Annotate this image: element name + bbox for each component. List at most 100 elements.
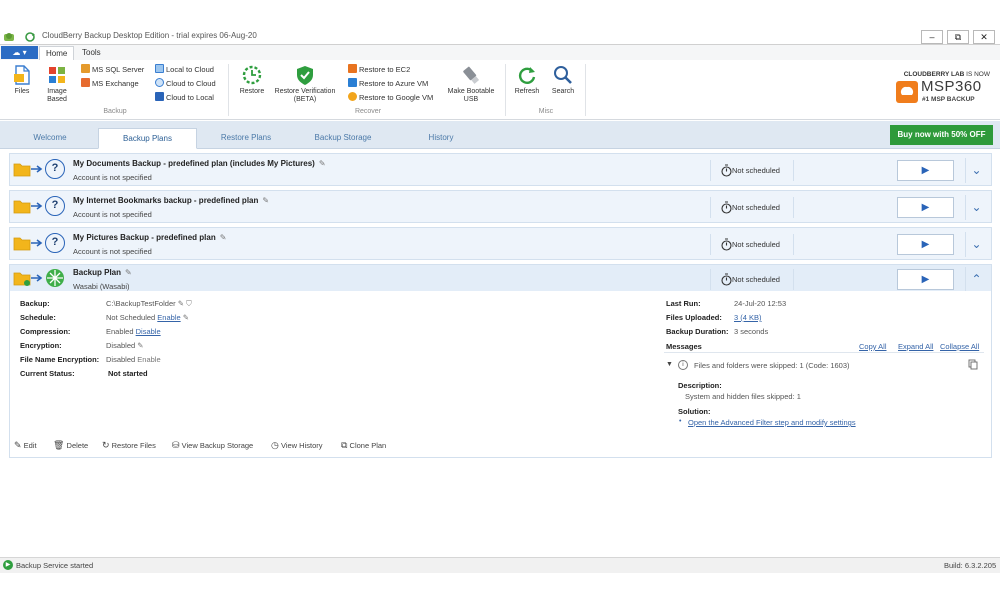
edit-pencil-icon[interactable]: ✎ [220, 233, 227, 242]
solution-link[interactable]: Open the Advanced Filter step and modify… [688, 418, 856, 427]
ms-exchange-button[interactable]: MS Exchange [81, 78, 139, 90]
plan-row-expanded[interactable]: Backup Plan ✎ Wasabi (Wasabi) Not schedul… [9, 264, 992, 292]
edit-plan-button[interactable]: ✎ Edit [14, 440, 37, 451]
tab-backup-plans[interactable]: Backup Plans [98, 128, 197, 149]
run-plan-button[interactable]: ▶ [897, 160, 954, 181]
message-toggle-icon[interactable]: ▼ [666, 361, 673, 368]
files-uploaded-link[interactable]: 3 (4 KB) [734, 313, 762, 322]
close-window-button[interactable]: ✕ [973, 30, 995, 44]
clone-plan-button[interactable]: ⧉ Clone Plan [341, 440, 386, 451]
run-plan-button[interactable]: ▶ [897, 234, 954, 255]
tab-history[interactable]: History [402, 128, 480, 149]
edit-pencil-icon[interactable]: ✎ [137, 341, 143, 350]
ms-sql-label: MS SQL Server [92, 65, 145, 74]
tab-restore-plans[interactable]: Restore Plans [206, 128, 286, 149]
run-plan-button[interactable]: ▶ [897, 197, 954, 218]
cloud-to-cloud-label: Cloud to Cloud [166, 79, 216, 88]
edit-pencil-icon[interactable]: ✎ [262, 196, 269, 205]
menu-tab-home[interactable]: Home [39, 46, 75, 60]
plan-row[interactable]: ? My Pictures Backup - predefined plan ✎ … [9, 227, 992, 260]
restore-window-button[interactable]: ⧉ [947, 30, 969, 44]
brand-name: MSP360 [921, 78, 982, 95]
delete-plan-button[interactable]: 🗑 Delete [53, 440, 88, 451]
edit-pencil-icon[interactable]: ✎ [183, 313, 189, 322]
collapse-button[interactable]: ⌃ [965, 267, 987, 292]
cloud-to-local-button[interactable]: Cloud to Local [155, 92, 214, 104]
plan-row[interactable]: ? My Internet Bookmarks backup - predefi… [9, 190, 992, 223]
stopwatch-icon [721, 238, 732, 253]
edit-pencil-icon: ✎ [14, 440, 22, 450]
collapse-all-link[interactable]: Collapse All [940, 342, 979, 351]
tab-welcome[interactable]: Welcome [12, 128, 88, 149]
edit-pencil-icon[interactable]: ✎ [125, 268, 132, 277]
restore-verification-button[interactable]: Restore Verification (BETA) [271, 64, 339, 104]
plan-account: Wasabi (Wasabi) [73, 282, 130, 291]
clone-label: Clone Plan [349, 441, 387, 450]
restore-azure-button[interactable]: Restore to Azure VM [348, 78, 428, 90]
schedule-value: Not Scheduled Enable ✎ [106, 313, 189, 322]
expand-button[interactable]: ⌄ [965, 158, 987, 183]
restore-label: Restore [239, 88, 265, 95]
menu-tab-tools[interactable]: Tools [76, 46, 107, 60]
arrow-right-icon [31, 164, 43, 176]
encryption-value-text: Disabled [106, 341, 136, 350]
file-name-encryption-label: File Name Encryption: [20, 355, 100, 364]
arrow-right-icon [31, 238, 43, 250]
make-bootable-usb-button[interactable]: Make Bootable USB [444, 64, 498, 104]
expand-button[interactable]: ⌄ [965, 195, 987, 220]
files-label: Files [14, 88, 30, 95]
plan-row[interactable]: ? My Documents Backup - predefined plan … [9, 153, 992, 186]
misc-group-label: Misc [538, 108, 554, 115]
restore-ec2-button[interactable]: Restore to EC2 [348, 64, 410, 76]
service-running-icon: ▶ [3, 560, 13, 570]
disable-compression-link[interactable]: Disable [136, 327, 161, 336]
description-label: Description: [678, 381, 722, 390]
chevron-down-icon: ⌄ [971, 163, 982, 177]
plan-title[interactable]: My Internet Bookmarks backup - predefine… [73, 196, 269, 205]
copy-all-link[interactable]: Copy All [859, 342, 887, 351]
local-to-cloud-button[interactable]: Local to Cloud [155, 64, 214, 76]
brand-line1-a: CLOUDBERRY LAB [903, 71, 965, 78]
view-backup-storage-button[interactable]: ⛁ View Backup Storage [172, 440, 253, 451]
wasabi-logo-icon [45, 268, 65, 290]
cloud-to-cloud-button[interactable]: Cloud to Cloud [155, 78, 216, 90]
enable-fne-link[interactable]: Enable [137, 355, 160, 364]
plan-title[interactable]: My Pictures Backup - predefined plan ✎ [73, 233, 226, 242]
restore-button[interactable]: Restore [236, 64, 268, 96]
exchange-icon [81, 78, 90, 87]
plan-details: Backup: C:\BackupTestFolder ✎ ⛉ Schedule… [9, 291, 992, 458]
messages-header: Messages Copy All Expand All Collapse Al… [664, 341, 984, 353]
backup-value: C:\BackupTestFolder ✎ ⛉ [106, 299, 192, 309]
edit-pencil-icon[interactable]: ✎ [319, 159, 326, 168]
image-based-button[interactable]: Image Based [41, 64, 73, 104]
filter-icon[interactable]: ⛉ [186, 299, 192, 308]
edit-pencil-icon[interactable]: ✎ [178, 299, 184, 308]
restore-google-button[interactable]: Restore to Google VM [348, 92, 433, 104]
search-button[interactable]: Search [548, 64, 578, 96]
files-button[interactable]: Files [8, 64, 36, 96]
sync-icon[interactable] [24, 31, 36, 43]
app-menu-button[interactable]: ☁ ▾ [1, 46, 38, 59]
run-plan-button[interactable]: ▶ [897, 269, 954, 290]
last-run-label: Last Run: [666, 299, 701, 308]
ms-sql-button[interactable]: MS SQL Server [81, 64, 144, 76]
expand-button[interactable]: ⌄ [965, 232, 987, 257]
local-to-cloud-icon [155, 64, 164, 73]
copy-icon[interactable] [968, 359, 978, 372]
view-history-button[interactable]: ◷ View History [271, 440, 323, 451]
expand-all-link[interactable]: Expand All [898, 342, 933, 351]
restore-files-button[interactable]: ↻ Restore Files [102, 440, 156, 451]
schedule-status: Not scheduled [710, 160, 794, 181]
restore-google-label: Restore to Google VM [359, 93, 434, 102]
schedule-text: Not scheduled [732, 203, 780, 212]
minimize-button[interactable]: – [921, 30, 943, 44]
enable-schedule-link[interactable]: Enable [157, 313, 180, 322]
duration-label: Backup Duration: [666, 327, 729, 336]
compression-value: Enabled Disable [106, 327, 161, 336]
plan-title[interactable]: Backup Plan ✎ [73, 268, 132, 277]
buy-now-button[interactable]: Buy now with 50% OFF [890, 125, 993, 145]
tab-backup-storage[interactable]: Backup Storage [297, 128, 389, 149]
refresh-label: Refresh [514, 88, 540, 95]
refresh-button[interactable]: Refresh [512, 64, 542, 96]
plan-title[interactable]: My Documents Backup - predefined plan (i… [73, 159, 326, 168]
